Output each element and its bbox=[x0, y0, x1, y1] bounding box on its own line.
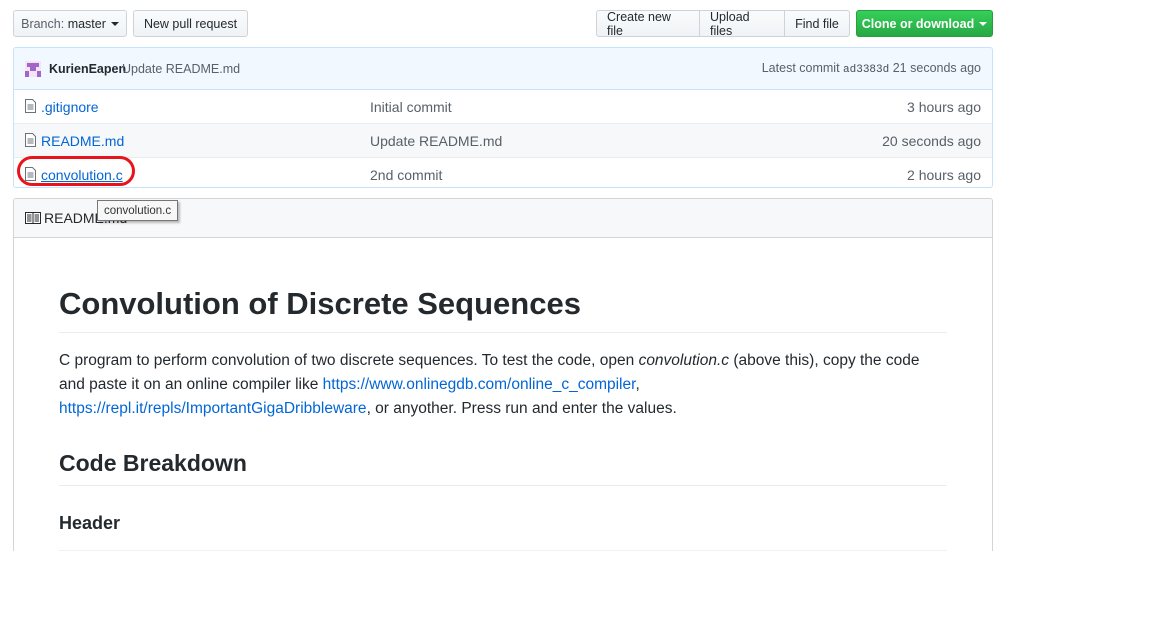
caret-down-icon bbox=[979, 22, 988, 26]
file-age: 20 seconds ago bbox=[882, 132, 981, 149]
file-age: 3 hours ago bbox=[907, 98, 981, 115]
commit-author-link[interactable]: KurienEapen bbox=[49, 62, 126, 76]
paragraph-text: C program to perform convolution of two … bbox=[59, 351, 639, 369]
upload-files-button[interactable]: Upload files bbox=[699, 10, 785, 38]
subsection-heading: Header bbox=[59, 512, 121, 533]
file-commit-link[interactable]: Update README.md bbox=[370, 133, 502, 149]
branch-select-button[interactable]: Branch: master bbox=[13, 10, 127, 37]
commit-age: 21 seconds ago bbox=[892, 61, 981, 75]
blank-area bbox=[0, 551, 1167, 625]
file-row: .gitignore Initial commit 3 hours ago bbox=[14, 90, 992, 123]
file-icon bbox=[25, 133, 36, 147]
avatar[interactable] bbox=[25, 61, 41, 77]
readme-paragraph: C program to perform convolution of two … bbox=[59, 349, 947, 421]
latest-commit-label: Latest commit bbox=[761, 61, 840, 75]
repl-link[interactable]: https://repl.it/repls/ImportantGigaDribb… bbox=[59, 400, 367, 417]
branch-prefix: Branch: bbox=[21, 16, 65, 31]
file-row: convolution.c 2nd commit 2 hours ago bbox=[14, 157, 992, 187]
create-new-file-button[interactable]: Create new file bbox=[596, 10, 700, 38]
highlight-annotation bbox=[17, 156, 135, 186]
paragraph-text: , or anyother. Press run and enter the v… bbox=[366, 399, 677, 417]
file-icon bbox=[25, 99, 36, 113]
new-pull-request-button[interactable]: New pull request bbox=[133, 10, 248, 37]
file-age: 2 hours ago bbox=[907, 166, 981, 183]
markdown-body: Convolution of Discrete Sequences C prog… bbox=[59, 237, 947, 553]
commit-sha-link[interactable]: ad3383d bbox=[843, 64, 889, 76]
find-file-button[interactable]: Find file bbox=[784, 10, 850, 37]
branch-name: master bbox=[67, 16, 106, 31]
file-name-link[interactable]: README.md bbox=[41, 133, 124, 149]
latest-commit-info: Latest commit ad3383d 21 seconds ago bbox=[762, 61, 981, 76]
onlinegdb-link[interactable]: https://www.onlinegdb.com/online_c_compi… bbox=[323, 376, 636, 393]
caret-down-icon bbox=[110, 22, 119, 26]
clone-or-download-label: Clone or download bbox=[861, 16, 975, 31]
file-tooltip: convolution.c bbox=[97, 200, 179, 221]
file-navigation: KurienEapen Update README.md Latest comm… bbox=[13, 47, 993, 188]
file-commit-link[interactable]: Initial commit bbox=[370, 99, 452, 115]
latest-commit-bar: KurienEapen Update README.md Latest comm… bbox=[14, 48, 992, 90]
file-row: README.md Update README.md 20 seconds ag… bbox=[14, 123, 992, 157]
book-icon bbox=[25, 212, 41, 224]
readme-title: Convolution of Discrete Sequences bbox=[59, 285, 947, 333]
paragraph-text: , bbox=[635, 375, 640, 393]
section-heading: Code Breakdown bbox=[59, 449, 947, 486]
paragraph-emphasis: convolution.c bbox=[638, 351, 730, 369]
commit-message-link[interactable]: Update README.md bbox=[122, 62, 240, 76]
file-commit-link[interactable]: 2nd commit bbox=[370, 167, 442, 183]
file-name-link[interactable]: .gitignore bbox=[41, 99, 99, 115]
file-actions-group: Create new file Upload files Find file bbox=[596, 10, 850, 38]
clone-or-download-button[interactable]: Clone or download bbox=[856, 10, 993, 37]
readme-panel: README.md Convolution of Discrete Sequen… bbox=[13, 198, 993, 558]
